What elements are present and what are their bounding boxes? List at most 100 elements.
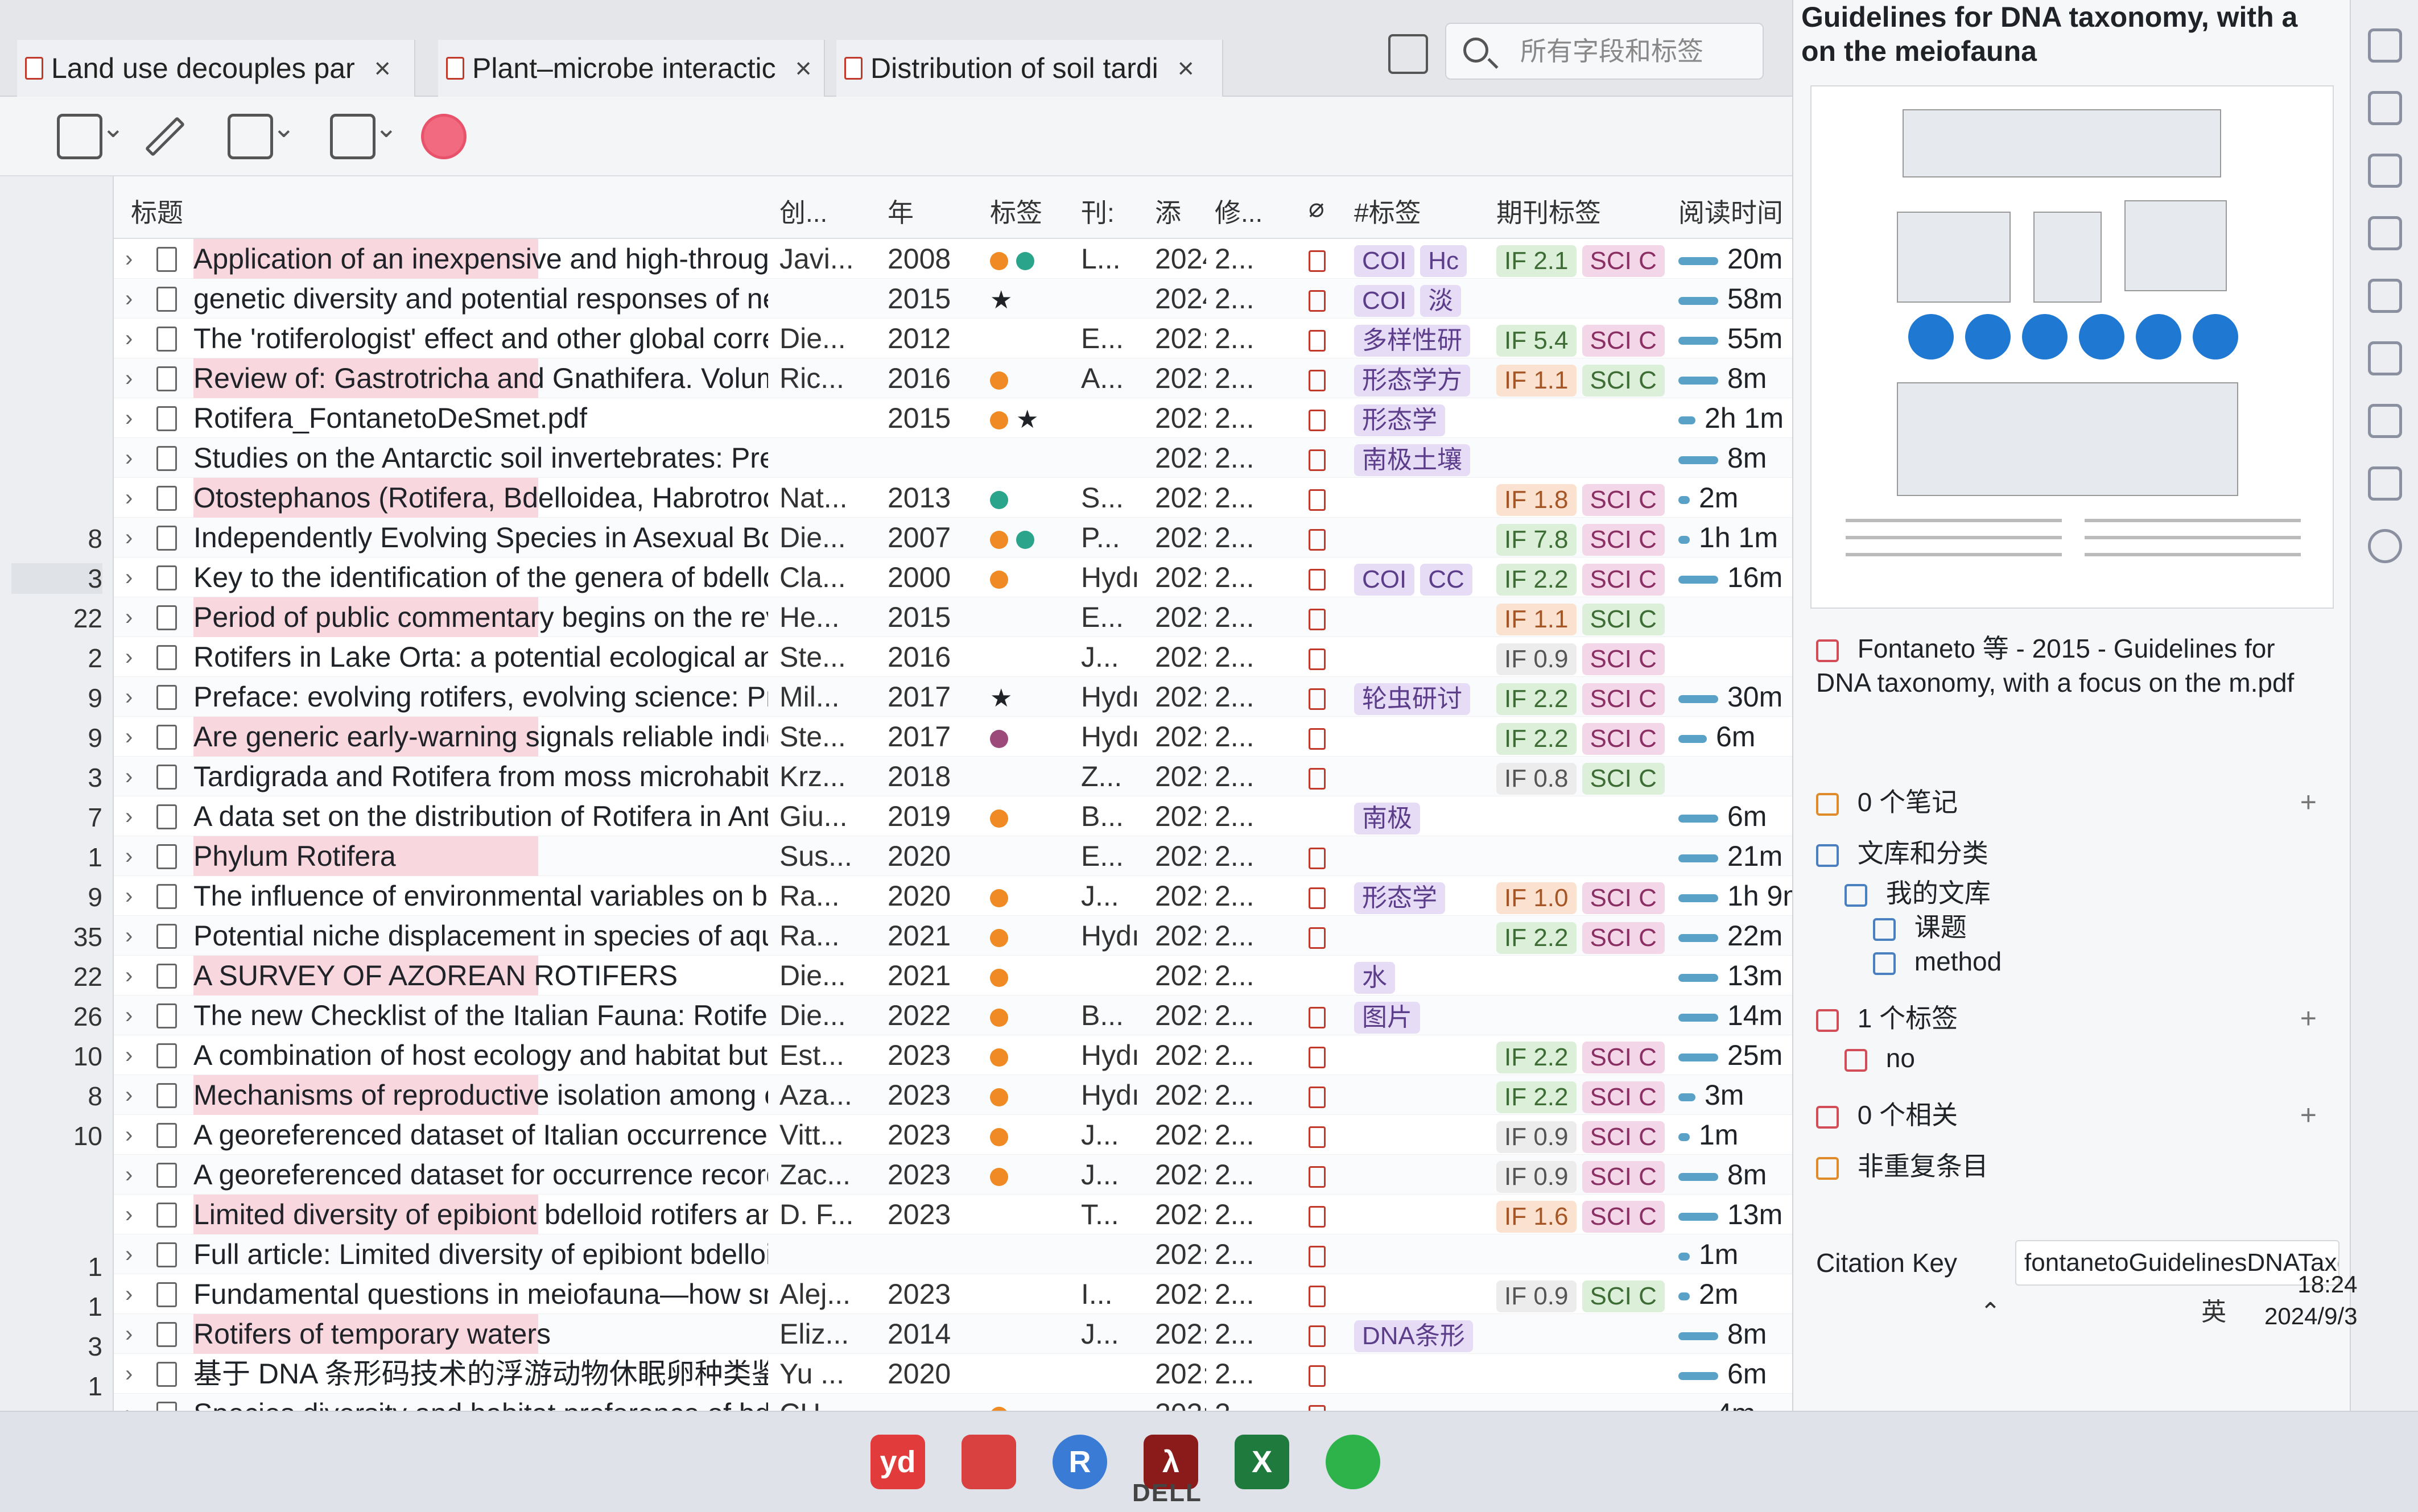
expand-chevron-icon[interactable]: › (125, 398, 148, 438)
tray-chevron-icon[interactable]: ⌃ (1980, 1298, 2001, 1326)
pdf-attachment-icon[interactable] (1309, 290, 1326, 312)
attachment-cell[interactable] (1309, 557, 1343, 597)
col-year[interactable]: 年 (888, 192, 914, 230)
table-row[interactable]: › Fundamental questions in meiofauna—how … (114, 1274, 1792, 1314)
duplicates-section[interactable]: 非重复条目 (1816, 1149, 2339, 1183)
table-row[interactable]: › Rotifers of temporary waters Eliz... 2014… (114, 1314, 1792, 1354)
table-row[interactable]: › Full article: Limited diversity of epib… (114, 1234, 1792, 1274)
expand-chevron-icon[interactable]: › (125, 876, 148, 916)
pdf-attachment-icon[interactable] (1309, 1365, 1326, 1387)
table-row[interactable]: › A data set on the distribution of Rotif… (114, 796, 1792, 836)
pdf-attachment-icon[interactable] (1309, 1245, 1326, 1267)
col-publication[interactable]: 刊: (1081, 192, 1115, 230)
new-item-icon[interactable] (57, 112, 125, 159)
pdf-attachment-icon[interactable] (1309, 728, 1326, 750)
col-reading-time[interactable]: 阅读时间 (1678, 192, 1783, 230)
search-input[interactable]: 所有字段和标签 (1445, 23, 1764, 80)
pdf-attachment-icon[interactable] (1309, 1086, 1326, 1108)
expand-chevron-icon[interactable]: › (125, 757, 148, 796)
pdf-attachment-icon[interactable] (1309, 1046, 1326, 1068)
pdf-attachment-icon[interactable] (1309, 648, 1326, 670)
pdf-attachment-icon[interactable] (1309, 449, 1326, 471)
add-attachment-icon[interactable] (228, 112, 295, 159)
pdf-attachment-icon[interactable] (1309, 608, 1326, 630)
libraries-icon[interactable] (2368, 216, 2402, 250)
table-row[interactable]: › The new Checklist of the Italian Fauna:… (114, 995, 1792, 1035)
table-row[interactable]: › Review of: Gastrotricha and Gnathifera.… (114, 358, 1792, 398)
attachment-cell[interactable] (1309, 319, 1343, 358)
attachment-cell[interactable] (1309, 1115, 1343, 1155)
attachment-cell[interactable] (1309, 836, 1343, 876)
attachment-icon[interactable] (2368, 91, 2402, 125)
col-modified[interactable]: 修... (1215, 192, 1262, 230)
info-icon[interactable] (2368, 28, 2402, 63)
libraries-section[interactable]: 文库和分类 (1816, 836, 2339, 870)
ime-indicator[interactable]: 英 (2201, 1298, 2226, 1326)
attachment-cell[interactable] (1309, 438, 1343, 478)
expand-chevron-icon[interactable]: › (125, 478, 148, 518)
add-tag-icon[interactable]: + (2300, 1001, 2317, 1035)
locate-icon[interactable] (2368, 529, 2402, 563)
expand-chevron-icon[interactable]: › (125, 717, 148, 757)
r-app-icon[interactable]: R (1053, 1435, 1107, 1489)
pdf-attachment-icon[interactable] (1309, 250, 1326, 272)
youdao-app-icon[interactable]: yd (870, 1435, 925, 1489)
attachment-row[interactable]: Fontaneto 等 - 2015 - Guidelines for DNA … (1816, 631, 2317, 700)
attachment-cell[interactable] (1309, 1354, 1343, 1394)
attachment-cell[interactable] (1309, 398, 1343, 438)
clock[interactable]: 18:24 2024/9/3 (2264, 1269, 2358, 1332)
pdf-attachment-icon[interactable] (1309, 847, 1326, 869)
pdf-attachment-icon[interactable] (1309, 528, 1326, 551)
tab-distribution-soil[interactable]: Distribution of soil tardi × (836, 40, 1223, 97)
red-app-icon[interactable] (962, 1435, 1016, 1489)
table-row[interactable]: › A SURVEY OF AZOREAN ROTIFERS Die... 2021 2… (114, 956, 1792, 995)
attachment-cell[interactable] (1309, 757, 1343, 796)
col-title[interactable]: 标题 (131, 192, 183, 230)
expand-chevron-icon[interactable]: › (125, 677, 148, 717)
close-icon[interactable]: × (1178, 52, 1194, 84)
expand-chevron-icon[interactable]: › (125, 956, 148, 995)
table-row[interactable]: › Potential niche displacement in species… (114, 916, 1792, 956)
expand-chevron-icon[interactable]: › (125, 1195, 148, 1234)
new-note-icon[interactable] (330, 112, 398, 159)
pdf-preview[interactable] (1810, 85, 2334, 609)
table-row[interactable]: › A combination of host ecology and habit… (114, 1035, 1792, 1075)
table-row[interactable]: › Phylum Rotifera Sus... 2020 E... 202: 2... 21… (114, 836, 1792, 876)
col-journal-tags[interactable]: 期刊标签 (1496, 192, 1601, 230)
tab-plant-microbe[interactable]: Plant–microbe interactic × (438, 40, 825, 97)
col-creator[interactable]: 创... (779, 192, 827, 230)
pdf-attachment-icon[interactable] (1309, 1126, 1326, 1148)
col-hashtags[interactable]: #标签 (1354, 192, 1421, 230)
attachment-cell[interactable] (1309, 876, 1343, 916)
edit-icon[interactable] (2368, 404, 2402, 438)
notes-section[interactable]: 0 个笔记 + (1816, 785, 2339, 819)
expand-chevron-icon[interactable]: › (125, 239, 148, 279)
table-row[interactable]: › Rotifera_FontanetoDeSmet.pdf 2015 ★ 202: 2.… (114, 398, 1792, 438)
expand-chevron-icon[interactable]: › (125, 836, 148, 876)
attachment-cell[interactable] (1309, 1234, 1343, 1274)
wechat-app-icon[interactable] (1326, 1435, 1380, 1489)
attachment-cell[interactable] (1309, 1195, 1343, 1234)
expand-chevron-icon[interactable]: › (125, 358, 148, 398)
pdf-attachment-icon[interactable] (1309, 1205, 1326, 1228)
table-row[interactable]: › A georeferenced dataset for occurrence … (114, 1155, 1792, 1195)
pdf-attachment-icon[interactable] (1309, 927, 1326, 949)
table-row[interactable]: › genetic diversity and potential respons… (114, 279, 1792, 319)
expand-chevron-icon[interactable]: › (125, 1155, 148, 1195)
pdf-attachment-icon[interactable] (1309, 1166, 1326, 1188)
notes-icon[interactable] (2368, 154, 2402, 188)
pdf-attachment-icon[interactable] (1309, 1325, 1326, 1347)
attachment-cell[interactable] (1309, 358, 1343, 398)
pdf-attachment-icon[interactable] (1309, 489, 1326, 511)
attachment-cell[interactable] (1309, 1274, 1343, 1314)
pdf-attachment-icon[interactable] (1309, 1006, 1326, 1028)
pdf-attachment-icon[interactable] (1309, 767, 1326, 790)
attachment-cell[interactable] (1309, 995, 1343, 1035)
table-row[interactable]: › Tardigrada and Rotifera from moss micro… (114, 757, 1792, 796)
pdf-attachment-icon[interactable] (1309, 1285, 1326, 1307)
attachment-cell[interactable] (1309, 239, 1343, 279)
expand-chevron-icon[interactable]: › (125, 1075, 148, 1115)
table-row[interactable]: › Otostephanos (Rotifera, Bdelloidea, Hab… (114, 478, 1792, 518)
table-row[interactable]: › The 'rotiferologist' effect and other g… (114, 319, 1792, 358)
col-date-added[interactable]: 添 (1155, 192, 1181, 230)
